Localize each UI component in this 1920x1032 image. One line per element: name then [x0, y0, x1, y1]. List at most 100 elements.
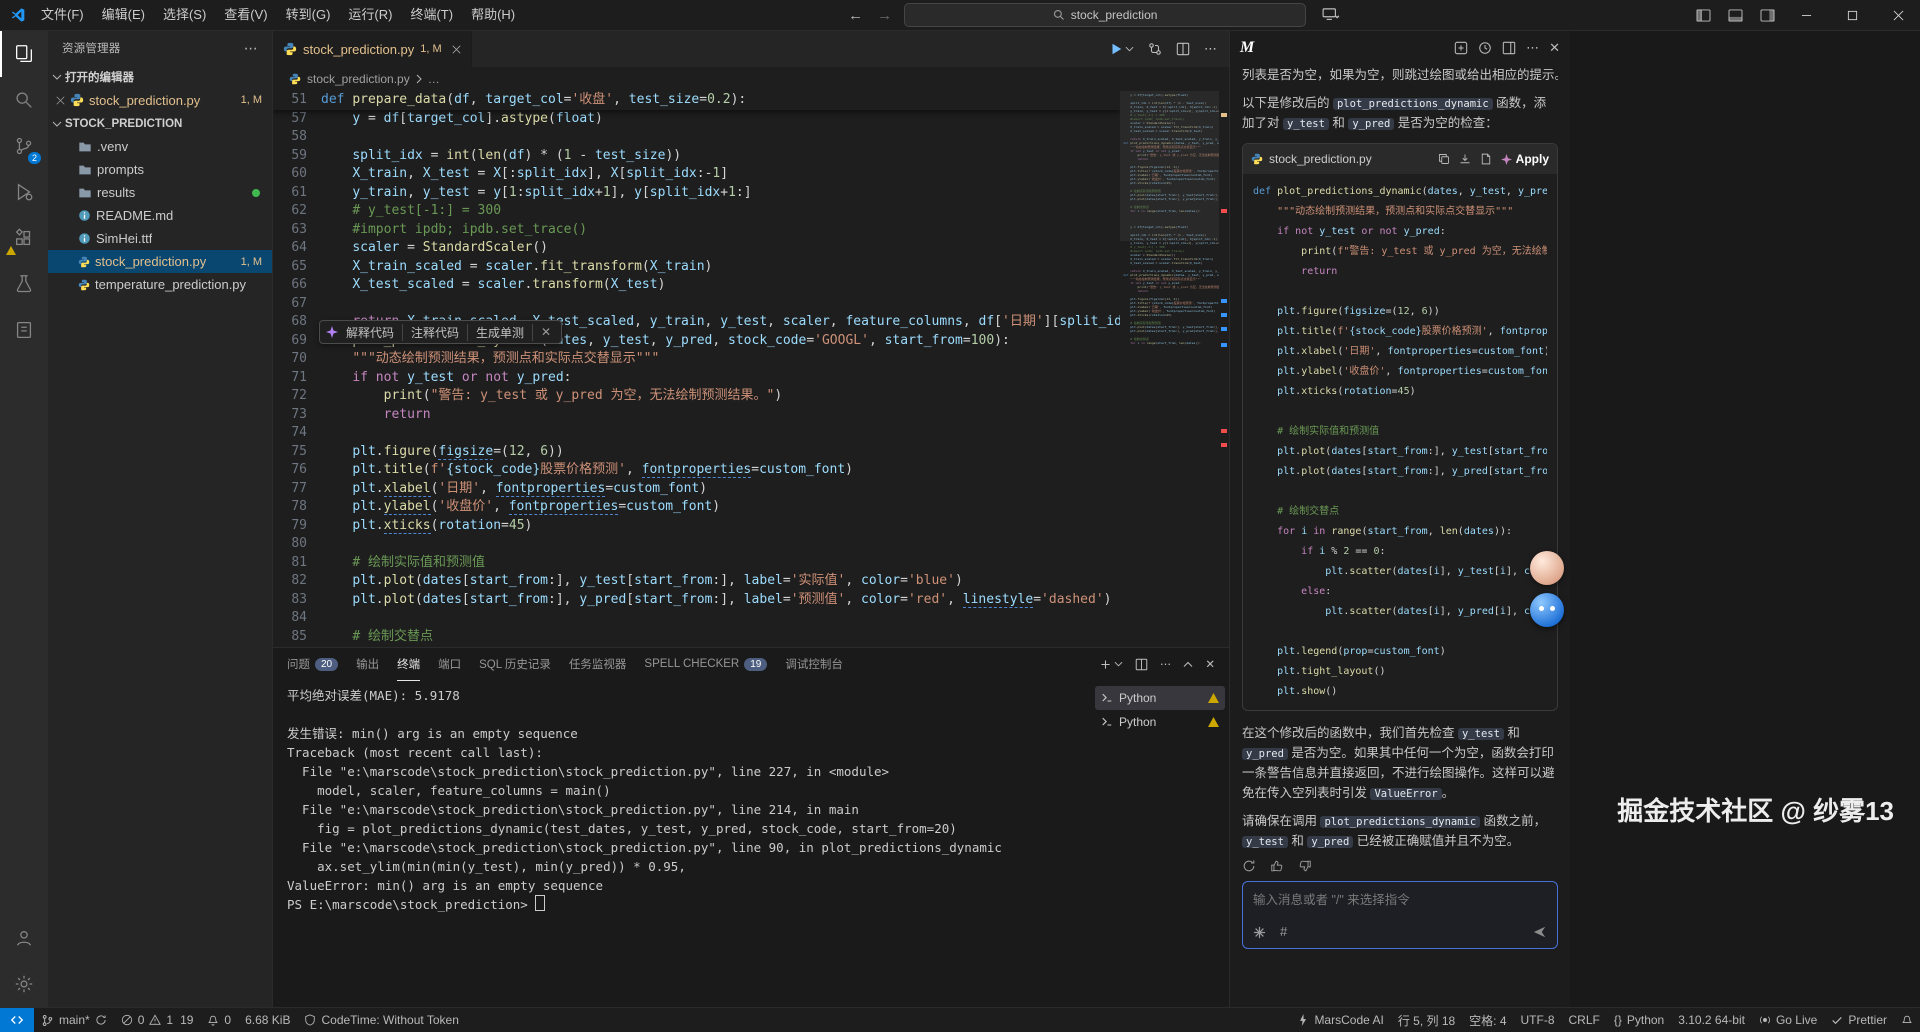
back-icon[interactable]: ← — [846, 7, 865, 24]
file-item-README.md[interactable]: README.md — [48, 204, 272, 227]
run-python-file-icon[interactable] — [1109, 42, 1134, 56]
thumbs-down-icon[interactable] — [1298, 859, 1312, 873]
close-icon[interactable]: ✕ — [1549, 40, 1560, 56]
file-item-stock_prediction.py[interactable]: stock_prediction.py1, M — [48, 250, 272, 273]
close-icon[interactable] — [56, 96, 65, 105]
toggle-sidebar-icon[interactable] — [1688, 0, 1718, 30]
notification-status[interactable]: 0 — [200, 1008, 238, 1032]
menu-item-4[interactable]: 转到(G) — [277, 0, 340, 30]
skills-icon[interactable] — [1253, 926, 1266, 939]
project-header[interactable]: STOCK_PREDICTION — [48, 112, 272, 135]
panel-tab-4[interactable]: SQL 历史记录 — [479, 648, 551, 680]
sidebar-item-testing[interactable] — [0, 261, 48, 307]
indentation-status[interactable]: 空格: 4 — [1462, 1008, 1513, 1032]
assistant-avatar-robot[interactable] — [1530, 593, 1564, 627]
panel-tab-0[interactable]: 问题20 — [287, 648, 338, 680]
file-item-.venv[interactable]: .venv — [48, 135, 272, 158]
command-center-search[interactable]: stock_prediction — [904, 3, 1306, 27]
menu-item-5[interactable]: 运行(R) — [339, 0, 401, 30]
open-in-editor-icon[interactable] — [1502, 41, 1516, 55]
go-live-status[interactable]: Go Live — [1752, 1008, 1824, 1032]
comment-code-action[interactable]: 注释代码 — [403, 324, 468, 341]
regenerate-icon[interactable] — [1242, 859, 1256, 873]
menu-item-0[interactable]: 文件(F) — [32, 0, 93, 30]
settings-gear-icon[interactable] — [0, 961, 48, 1007]
cursor-position-status[interactable]: 行 5, 列 18 — [1391, 1008, 1462, 1032]
open-editors-header[interactable]: 打开的编辑器 — [48, 65, 272, 88]
minimap[interactable]: y = df[target_col].astype(float) split_i… — [1120, 91, 1219, 647]
menu-item-6[interactable]: 终端(T) — [401, 0, 462, 30]
file-item-prompts[interactable]: prompts — [48, 158, 272, 181]
terminal-instance-1[interactable]: Python — [1095, 710, 1225, 734]
tab-close-icon[interactable] — [452, 45, 461, 54]
open-editor-item[interactable]: stock_prediction.py 1, M — [48, 88, 272, 112]
notifications-bell-icon[interactable] — [1894, 1008, 1920, 1032]
send-icon[interactable] — [1533, 925, 1547, 939]
toggle-secondary-sidebar-icon[interactable] — [1752, 0, 1782, 30]
file-item-SimHei.ttf[interactable]: SimHei.ttf — [48, 227, 272, 250]
more-icon[interactable]: ⋯ — [1160, 657, 1172, 671]
sidebar-item-source-control[interactable]: 2 — [0, 123, 48, 169]
codetime-status[interactable]: CodeTime: Without Token — [297, 1008, 465, 1032]
terminal-instance-0[interactable]: Python — [1095, 686, 1225, 710]
sidebar-item-extensions[interactable] — [0, 215, 48, 261]
git-branch-status[interactable]: main* — [34, 1008, 114, 1032]
encoding-status[interactable]: UTF-8 — [1514, 1008, 1562, 1032]
explain-code-action[interactable]: 解释代码 — [338, 324, 403, 341]
sidebar-item-search[interactable] — [0, 77, 48, 123]
assistant-avatar-cat[interactable] — [1530, 551, 1564, 585]
code-editor[interactable]: 51def prepare_data(df, target_col='收盘', … — [273, 91, 1229, 647]
panel-tab-2[interactable]: 终端 — [397, 648, 420, 681]
ai-chat-input[interactable]: 输入消息或者 "/" 来选择指令 # — [1242, 881, 1558, 949]
sidebar-item-explorer[interactable] — [0, 31, 48, 77]
menu-item-7[interactable]: 帮助(H) — [462, 0, 524, 30]
sidebar-item-run-debug[interactable] — [0, 169, 48, 215]
compare-changes-icon[interactable] — [1148, 42, 1162, 56]
language-mode-status[interactable]: {}Python — [1607, 1008, 1671, 1032]
close-icon[interactable]: ✕ — [533, 325, 555, 339]
copy-icon[interactable] — [1438, 153, 1450, 165]
panel-tab-7[interactable]: 调试控制台 — [785, 648, 843, 680]
python-interpreter-status[interactable]: 3.10.2 64-bit — [1671, 1008, 1752, 1032]
more-actions-icon[interactable]: ⋯ — [1204, 41, 1217, 57]
overview-ruler[interactable] — [1219, 91, 1229, 647]
panel-tab-6[interactable]: SPELL CHECKER19 — [644, 648, 767, 680]
remote-indicator[interactable] — [0, 1008, 34, 1032]
sidebar-item-notebook[interactable] — [0, 307, 48, 353]
split-terminal-icon[interactable] — [1135, 658, 1148, 671]
minimize-button[interactable] — [1784, 0, 1828, 30]
close-button[interactable] — [1876, 0, 1920, 30]
breadcrumb-file[interactable]: stock_prediction.py — [307, 72, 410, 86]
file-item-results[interactable]: results — [48, 181, 272, 204]
menu-item-3[interactable]: 查看(V) — [215, 0, 276, 30]
terminal-output[interactable]: 平均绝对误差(MAE): 5.9178 发生错误: min() arg is a… — [273, 680, 1095, 1010]
menu-item-2[interactable]: 选择(S) — [154, 0, 215, 30]
panel-tab-5[interactable]: 任务监视器 — [569, 648, 627, 680]
panel-tab-1[interactable]: 输出 — [356, 648, 379, 680]
tab-stock-prediction[interactable]: stock_prediction.py 1, M — [273, 31, 472, 67]
breadcrumb-symbol[interactable]: … — [428, 72, 440, 86]
more-icon[interactable]: ⋯ — [1526, 40, 1539, 56]
context-hash-icon[interactable]: # — [1280, 922, 1287, 942]
menu-item-1[interactable]: 编辑(E) — [93, 0, 154, 30]
terminal-prompt[interactable]: PS E:\marscode\stock_prediction> — [287, 895, 1095, 914]
maximize-panel-icon[interactable] — [1183, 661, 1193, 668]
problems-status[interactable]: 0 1 19 — [114, 1008, 201, 1032]
toggle-panel-icon[interactable] — [1720, 0, 1750, 30]
panel-tab-3[interactable]: 端口 — [438, 648, 461, 680]
screencast-select-icon[interactable] — [1316, 0, 1346, 30]
sidebar-more-icon[interactable]: ⋯ — [244, 40, 258, 57]
new-file-icon[interactable] — [1480, 153, 1492, 165]
forward-icon[interactable]: → — [875, 7, 894, 24]
minimap-viewport[interactable] — [1120, 91, 1219, 241]
marscode-ai-status[interactable]: MarsCode AI — [1291, 1008, 1390, 1032]
apply-button[interactable]: Apply — [1501, 149, 1549, 169]
generate-tests-action[interactable]: 生成单测 — [468, 324, 533, 341]
insert-code-icon[interactable] — [1459, 153, 1471, 165]
account-icon[interactable] — [0, 915, 48, 961]
eol-status[interactable]: CRLF — [1562, 1008, 1607, 1032]
prettier-status[interactable]: Prettier — [1824, 1008, 1894, 1032]
maximize-button[interactable] — [1830, 0, 1874, 30]
file-size-status[interactable]: 6.68 KiB — [238, 1008, 297, 1032]
thumbs-up-icon[interactable] — [1270, 859, 1284, 873]
